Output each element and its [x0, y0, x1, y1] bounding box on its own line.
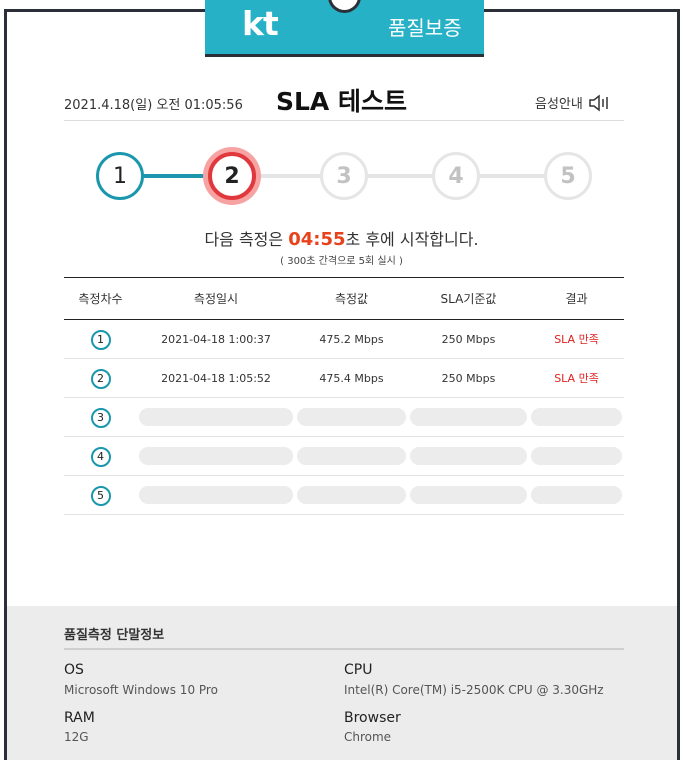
voice-guide-label: 음성안내 — [535, 97, 583, 112]
table-row: 5 — [64, 476, 624, 515]
countdown-timer: 04:55 — [288, 229, 346, 250]
step-4: 4 — [432, 152, 480, 200]
next-suffix: 초 후에 시작합니다. — [345, 230, 479, 249]
results-table: 측정차수 측정일시 측정값 SLA기준값 결과 1 2021-04-18 1:0… — [64, 277, 624, 515]
round-badge: 1 — [90, 329, 111, 350]
cpu-label: CPU — [344, 662, 373, 678]
brand-underline — [205, 54, 484, 57]
brand-tab: kt 품질보증 — [205, 0, 484, 57]
cell-value: 475.4 Mbps — [319, 371, 384, 385]
step-connector — [142, 174, 212, 178]
cell-result: SLA 만족 — [554, 333, 599, 346]
step-2: 2 — [208, 152, 256, 200]
progress-stepper: 1 2 3 4 5 — [0, 150, 683, 210]
step-5: 5 — [544, 152, 592, 200]
loading-placeholder — [297, 486, 406, 504]
round-badge: 3 — [90, 407, 111, 428]
loading-placeholder — [410, 486, 527, 504]
header-result: 결과 — [565, 292, 588, 306]
table-header: 측정차수 측정일시 측정값 SLA기준값 결과 — [64, 277, 624, 320]
table-row: 2 2021-04-18 1:05:52 475.4 Mbps 250 Mbps… — [64, 359, 624, 398]
next-measurement-message: 다음 측정은 04:55초 후에 시작합니다. — [0, 226, 683, 250]
browser-label: Browser — [344, 710, 401, 726]
brand-title: 품질보증 — [388, 16, 462, 40]
kt-logo: kt — [242, 4, 279, 43]
voice-guide-button[interactable]: 음성안내 — [535, 93, 610, 112]
os-label: OS — [64, 662, 84, 678]
device-info-title: 품질측정 단말정보 — [64, 628, 165, 643]
loading-placeholder — [139, 408, 293, 426]
header-value: 측정값 — [334, 292, 369, 306]
step-1: 1 — [96, 152, 144, 200]
header-divider — [64, 120, 624, 121]
step-3: 3 — [320, 152, 368, 200]
cell-sla: 250 Mbps — [441, 332, 496, 346]
device-info-divider — [64, 648, 624, 650]
brand-notch — [328, 0, 361, 13]
speaker-icon — [589, 93, 608, 112]
loading-placeholder — [531, 408, 622, 426]
cell-datetime: 2021-04-18 1:05:52 — [161, 371, 271, 385]
round-badge: 5 — [90, 485, 111, 506]
ram-label: RAM — [64, 710, 95, 726]
header-round: 측정차수 — [78, 292, 123, 306]
os-value: Microsoft Windows 10 Pro — [64, 683, 218, 697]
header-datetime: 측정일시 — [193, 292, 239, 306]
table-row: 4 — [64, 437, 624, 476]
ram-value: 12G — [64, 730, 89, 744]
loading-placeholder — [139, 447, 293, 465]
loading-placeholder — [410, 447, 527, 465]
cell-sla: 250 Mbps — [441, 371, 496, 385]
round-badge: 4 — [90, 446, 111, 467]
loading-placeholder — [297, 408, 406, 426]
loading-placeholder — [531, 486, 622, 504]
browser-value: Chrome — [344, 730, 392, 744]
step-connector — [258, 174, 548, 178]
interval-note: ( 300초 간격으로 5회 실시 ) — [280, 256, 403, 267]
round-badge: 2 — [90, 368, 111, 389]
cell-result: SLA 만족 — [554, 372, 599, 385]
loading-placeholder — [139, 486, 293, 504]
next-prefix: 다음 측정은 — [204, 230, 289, 249]
loading-placeholder — [297, 447, 406, 465]
cell-value: 475.2 Mbps — [319, 332, 384, 346]
loading-placeholder — [531, 447, 622, 465]
table-row: 1 2021-04-18 1:00:37 475.2 Mbps 250 Mbps… — [64, 320, 624, 359]
loading-placeholder — [410, 408, 527, 426]
cell-datetime: 2021-04-18 1:00:37 — [161, 332, 271, 346]
header-sla: SLA기준값 — [440, 292, 497, 306]
table-row: 3 — [64, 398, 624, 437]
cpu-value: Intel(R) Core(TM) i5-2500K CPU @ 3.30GHz — [344, 683, 604, 697]
